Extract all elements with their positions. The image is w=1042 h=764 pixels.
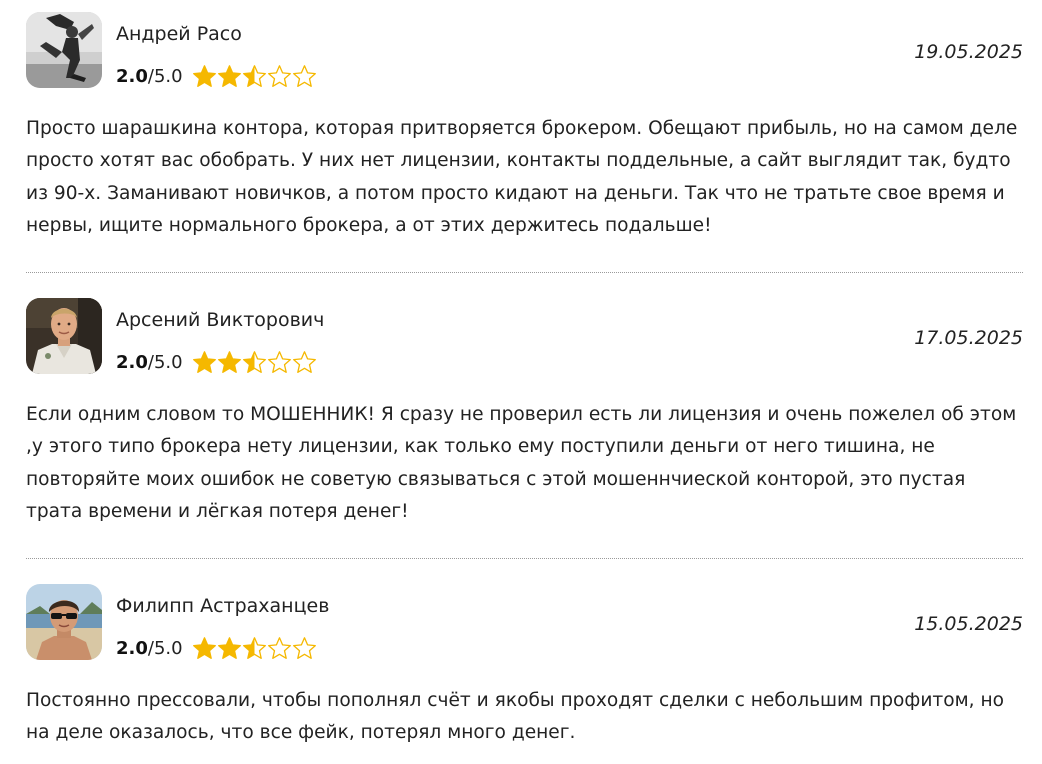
review-date: 17.05.2025 — [914, 327, 1023, 349]
author-name: Филипп Астраханцев — [116, 595, 330, 617]
review-date: 15.05.2025 — [914, 613, 1023, 635]
divider — [26, 272, 1023, 273]
star-half-icon — [242, 636, 266, 659]
star-empty-icon — [267, 64, 291, 87]
review-text: Просто шарашкина контора, которая притво… — [26, 118, 1018, 237]
reviews-list: Андрей Расо 2.0 /5.0 19.05.2025 Просто ш… — [0, 0, 1042, 764]
avatar[interactable] — [26, 584, 102, 660]
star-filled-icon — [192, 636, 216, 659]
author-name: Арсений Викторович — [116, 309, 325, 331]
review-date: 19.05.2025 — [914, 41, 1023, 63]
star-empty-icon — [292, 636, 316, 659]
rating-stars — [192, 636, 317, 661]
star-filled-icon — [217, 64, 241, 87]
star-filled-icon — [217, 350, 241, 373]
avatar[interactable] — [26, 12, 102, 88]
rating-stars — [192, 64, 317, 89]
avatar-photo-icon — [26, 584, 102, 660]
review-text: Если одним словом то МОШЕННИК! Я сразу н… — [26, 404, 1017, 523]
rating-scale: /5.0 — [147, 65, 183, 87]
author-name: Андрей Расо — [116, 23, 242, 45]
rating: 2.0 /5.0 — [116, 61, 317, 91]
star-empty-icon — [292, 64, 316, 87]
rating: 2.0 /5.0 — [116, 633, 317, 663]
avatar[interactable] — [26, 298, 102, 374]
rating-score: 2.0 — [116, 351, 148, 373]
rating-stars — [192, 350, 317, 375]
avatar-photo-icon — [26, 298, 102, 374]
star-filled-icon — [217, 636, 241, 659]
star-empty-icon — [267, 350, 291, 373]
star-half-icon — [242, 64, 266, 87]
star-filled-icon — [192, 64, 216, 87]
avatar-photo-icon — [26, 12, 102, 88]
star-empty-icon — [267, 636, 291, 659]
rating-scale: /5.0 — [147, 351, 183, 373]
star-half-icon — [242, 350, 266, 373]
divider — [26, 558, 1023, 559]
star-filled-icon — [192, 350, 216, 373]
review-text: Постоянно прессовали, чтобы пополнял счё… — [26, 690, 1004, 744]
rating: 2.0 /5.0 — [116, 347, 317, 377]
star-empty-icon — [292, 350, 316, 373]
rating-score: 2.0 — [116, 637, 148, 659]
rating-scale: /5.0 — [147, 637, 183, 659]
rating-score: 2.0 — [116, 65, 148, 87]
